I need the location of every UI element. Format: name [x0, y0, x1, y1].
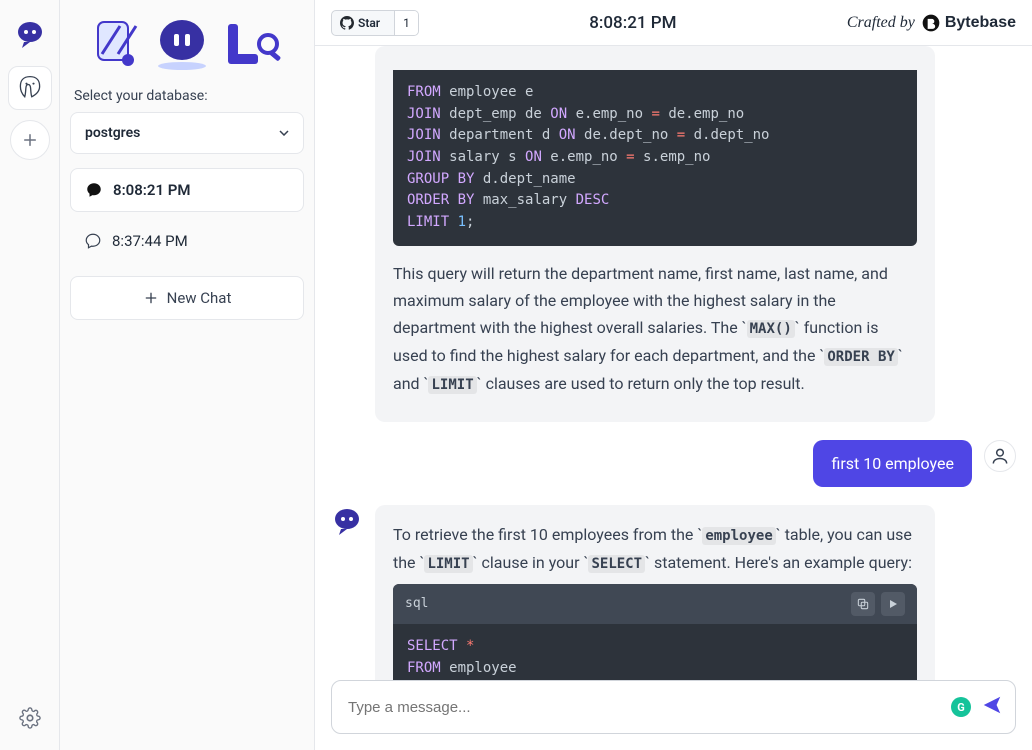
star-count: 1 — [394, 11, 418, 35]
sqlchat-icon — [14, 18, 46, 50]
sidebar: Select your database: postgres 8:08:21 P… — [60, 0, 315, 750]
copy-code-button[interactable] — [851, 592, 875, 616]
message-user: first 10 employee — [331, 440, 1016, 487]
code-block: sql SELECT * FROM employee — [393, 584, 917, 691]
connection-rail — [0, 0, 60, 750]
grammarly-icon[interactable]: G — [951, 697, 971, 717]
message-bubble: FROM employee e JOIN dept_emp de ON e.em… — [375, 46, 935, 422]
new-chat-label: New Chat — [167, 289, 232, 307]
message-assistant: FROM employee e JOIN dept_emp de ON e.em… — [331, 46, 1016, 422]
new-chat-button[interactable]: New Chat — [70, 276, 304, 320]
sqlchat-icon — [331, 505, 363, 537]
chat-list: 8:08:21 PM 8:37:44 PM — [70, 168, 304, 262]
db-select-label: Select your database: — [70, 88, 304, 104]
code-block: FROM employee e JOIN dept_emp de ON e.em… — [393, 70, 917, 246]
crafted-by[interactable]: Crafted by Bytebase — [847, 13, 1016, 33]
code-lang: sql — [405, 593, 428, 615]
message-input[interactable] — [348, 699, 941, 716]
code-content[interactable]: FROM employee e JOIN dept_emp de ON e.em… — [393, 70, 917, 246]
brand-name: Bytebase — [945, 14, 1016, 32]
conversation: FROM employee e JOIN dept_emp de ON e.em… — [315, 46, 1032, 750]
plus-icon — [21, 131, 39, 149]
play-icon — [887, 598, 899, 610]
message-text: To retrieve the first 10 employees from … — [393, 521, 917, 577]
copy-icon — [856, 597, 870, 611]
settings-button[interactable] — [10, 698, 50, 738]
chat-item-time: 8:08:21 PM — [113, 181, 191, 199]
postgres-icon — [16, 74, 44, 102]
speech-bubble-icon — [85, 181, 103, 199]
send-icon — [981, 694, 1003, 716]
connection-sqlchat[interactable] — [8, 12, 52, 56]
github-star-button[interactable]: Star 1 — [331, 10, 419, 36]
gear-icon — [19, 707, 41, 729]
chat-title: 8:08:21 PM — [589, 13, 676, 33]
run-code-button[interactable] — [881, 592, 905, 616]
send-button[interactable] — [981, 694, 1003, 720]
topbar: Star 1 8:08:21 PM Crafted by Bytebase — [315, 0, 1032, 46]
plus-icon — [143, 290, 159, 306]
message-composer: G — [331, 680, 1016, 734]
user-avatar — [984, 440, 1016, 472]
star-label: Star — [358, 16, 380, 30]
db-select[interactable]: postgres — [70, 112, 304, 154]
chat-item[interactable]: 8:08:21 PM — [70, 168, 304, 212]
message-bubble: first 10 employee — [813, 440, 972, 487]
github-icon — [340, 16, 354, 30]
main-panel: Star 1 8:08:21 PM Crafted by Bytebase FR… — [315, 0, 1032, 750]
code-header: sql — [393, 584, 917, 624]
chat-item-time: 8:37:44 PM — [112, 232, 188, 250]
assistant-avatar — [331, 505, 363, 537]
chevron-down-icon — [279, 130, 289, 136]
add-connection-button[interactable] — [10, 120, 50, 160]
message-text: This query will return the department na… — [393, 260, 917, 398]
connection-postgres[interactable] — [8, 66, 52, 110]
app-logo — [90, 14, 285, 74]
speech-bubble-icon — [84, 232, 102, 250]
user-icon — [990, 446, 1010, 466]
db-select-value: postgres — [85, 125, 140, 141]
bytebase-icon — [921, 13, 941, 33]
chat-item[interactable]: 8:37:44 PM — [70, 220, 304, 262]
